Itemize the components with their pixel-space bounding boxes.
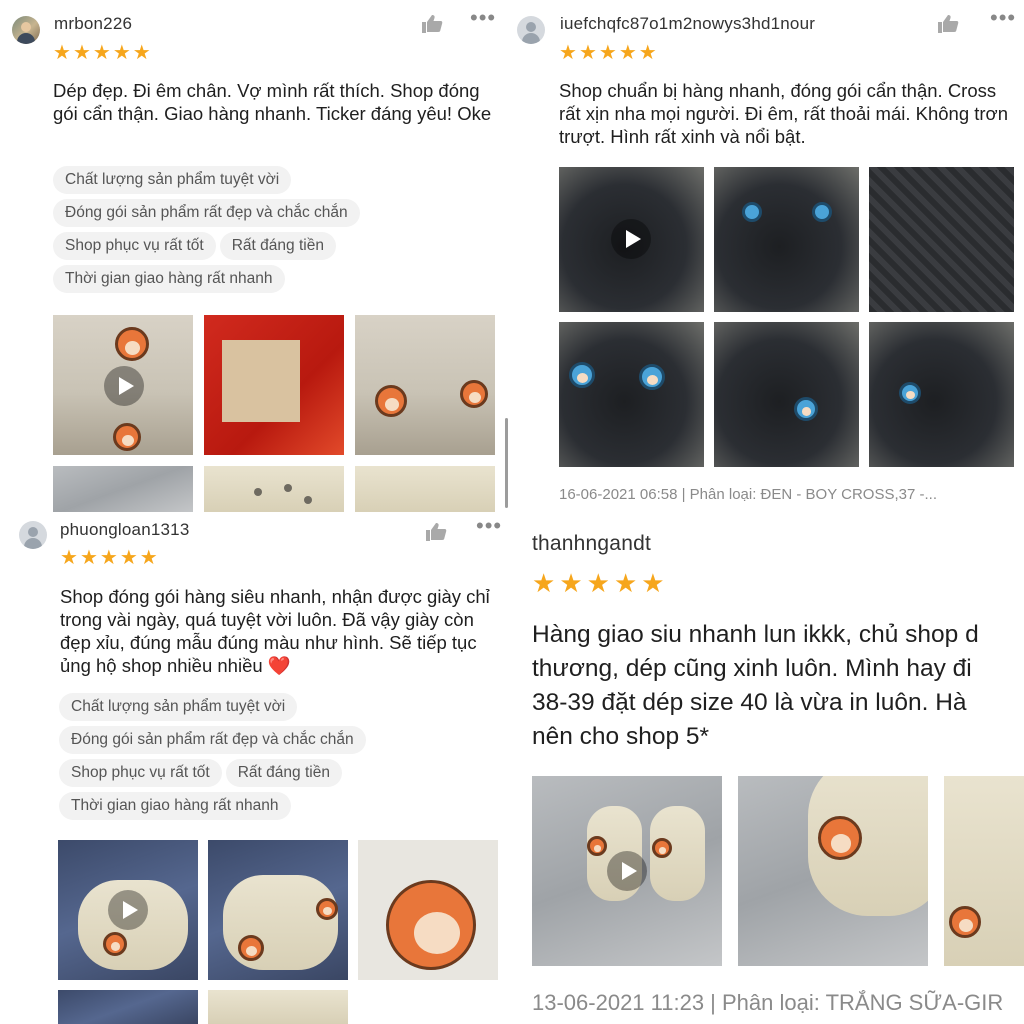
star-icon: ★ [618, 42, 637, 64]
review-tag: Chất lượng sản phẩm tuyệt vời [53, 166, 292, 194]
review-tag: Đóng gói sản phẩm rất đẹp và chắc chắn [53, 199, 360, 227]
review-tag: Shop phục vụ rất tốt [53, 232, 216, 260]
play-icon[interactable] [104, 366, 144, 406]
review-photo-thumbnail[interactable] [204, 466, 344, 512]
review-video-thumbnail[interactable] [53, 315, 193, 455]
review-tags: Chất lượng sản phẩm tuyệt vời Đóng gói s… [53, 166, 503, 298]
star-icon: ★ [53, 42, 71, 64]
star-icon: ★ [638, 42, 657, 64]
review-photo-thumbnail[interactable] [208, 840, 348, 980]
play-icon[interactable] [611, 219, 651, 259]
review-card-phuongloan1313: phuongloan1313 ••• ★ ★ ★ ★ ★ Shop đóng gói h… [0, 512, 512, 1024]
review-card-mrbon226: mrbon226 ••• ★ ★ ★ ★ ★ Dép đẹp. Đi êm chân. … [0, 0, 512, 512]
review-card-iuefchqfc87o1m2nowys3hd1nour: iuefchqfc87o1m2nowys3hd1nour ••• ★ ★ ★ ★ ★ S… [512, 0, 1024, 512]
review-text-line: thương, dép cũng xinh luôn. Mình hay đi [532, 655, 972, 682]
review-photo-thumbnail[interactable] [738, 776, 928, 966]
star-icon: ★ [586, 568, 610, 598]
review-text: Hàng giao siu nhanh lun ikkk, chủ shop d… [532, 618, 979, 754]
review-video-thumbnail[interactable] [532, 776, 722, 966]
review-video-thumbnail[interactable] [559, 167, 704, 312]
star-icon: ★ [532, 568, 556, 598]
thumbs-up-icon[interactable] [421, 14, 443, 34]
review-tag: Thời gian giao hàng rất nhanh [59, 792, 291, 820]
username[interactable]: thanhngandt [532, 532, 651, 556]
username[interactable]: phuongloan1313 [60, 520, 190, 540]
user-avatar[interactable] [12, 16, 40, 44]
review-tag: Rất đáng tiền [225, 759, 342, 787]
star-icon: ★ [119, 547, 138, 569]
play-icon[interactable] [607, 851, 647, 891]
username[interactable]: iuefchqfc87o1m2nowys3hd1nour [560, 14, 815, 34]
thumbs-up-icon[interactable] [937, 14, 959, 34]
review-meta: 16-06-2021 06:58 | Phân loại: ĐEN - BOY … [559, 486, 937, 503]
review-video-thumbnail[interactable] [58, 840, 198, 980]
review-photo-thumbnail[interactable] [559, 322, 704, 467]
scrollbar[interactable] [505, 418, 508, 508]
star-icon: ★ [72, 42, 91, 64]
review-tag: Thời gian giao hàng rất nhanh [53, 265, 285, 293]
review-tags: Chất lượng sản phẩm tuyệt vời Đóng gói s… [59, 693, 509, 825]
star-icon: ★ [92, 42, 111, 64]
star-icon: ★ [139, 547, 158, 569]
thumbs-up-icon[interactable] [425, 522, 447, 542]
review-photo-thumbnail[interactable] [714, 167, 859, 312]
star-icon: ★ [578, 42, 597, 64]
review-text-line: 38-39 đặt dép size 40 là vừa in luôn. Hà [532, 689, 967, 716]
review-photo-thumbnail[interactable] [714, 322, 859, 467]
review-meta: 13-06-2021 11:23 | Phân loại: TRẮNG SỮA-… [532, 990, 1004, 1015]
star-icon: ★ [112, 42, 131, 64]
review-photo-thumbnail[interactable] [358, 840, 498, 980]
review-text-line: Hàng giao siu nhanh lun ikkk, chủ shop d [532, 621, 979, 648]
star-icon: ★ [613, 568, 638, 598]
review-text: Shop đóng gói hàng siêu nhanh, nhận được… [60, 586, 490, 676]
review-tag: Đóng gói sản phẩm rất đẹp và chắc chắn [59, 726, 366, 754]
review-tag: Shop phục vụ rất tốt [59, 759, 222, 787]
review-tag: Rất đáng tiền [219, 232, 336, 260]
star-rating: ★ ★ ★ ★ ★ [532, 570, 669, 597]
username[interactable]: mrbon226 [54, 14, 132, 34]
star-icon: ★ [559, 42, 577, 64]
review-tag: Chất lượng sản phẩm tuyệt vời [59, 693, 298, 721]
review-photo-thumbnail[interactable] [355, 466, 495, 512]
star-icon: ★ [79, 547, 98, 569]
star-icon: ★ [598, 42, 617, 64]
review-photo-thumbnail[interactable] [355, 315, 495, 455]
review-photo-thumbnail[interactable] [53, 466, 193, 512]
review-text: Dép đẹp. Đi êm chân. Vợ mình rất thích. … [53, 80, 492, 124]
star-icon: ★ [132, 42, 151, 64]
review-text: Shop chuẩn bị hàng nhanh, đóng gói cẩn t… [559, 80, 1008, 147]
review-photo-thumbnail[interactable] [204, 315, 344, 455]
more-options-icon[interactable]: ••• [470, 7, 496, 29]
star-rating: ★ ★ ★ ★ ★ [559, 43, 659, 64]
star-rating: ★ ★ ★ ★ ★ [53, 43, 153, 64]
review-photo-thumbnail[interactable] [58, 990, 198, 1024]
play-icon[interactable] [108, 890, 148, 930]
user-avatar[interactable] [19, 521, 47, 549]
star-icon: ★ [60, 547, 78, 569]
star-icon: ★ [99, 547, 118, 569]
star-icon: ★ [559, 568, 583, 598]
more-options-icon[interactable]: ••• [990, 7, 1016, 29]
review-text-line: nên cho shop 5* [532, 723, 710, 750]
more-options-icon[interactable]: ••• [476, 515, 502, 537]
star-icon: ★ [641, 568, 665, 598]
review-photo-thumbnail[interactable] [944, 776, 1024, 966]
review-card-thanhngandt: thanhngandt ★ ★ ★ ★ ★ Hàng giao siu nhanh lu… [512, 512, 1024, 1024]
review-photo-thumbnail[interactable] [869, 322, 1014, 467]
review-photo-thumbnail[interactable] [869, 167, 1014, 312]
user-avatar[interactable] [517, 16, 545, 44]
review-photo-thumbnail[interactable] [208, 990, 348, 1024]
star-rating: ★ ★ ★ ★ ★ [60, 548, 160, 569]
